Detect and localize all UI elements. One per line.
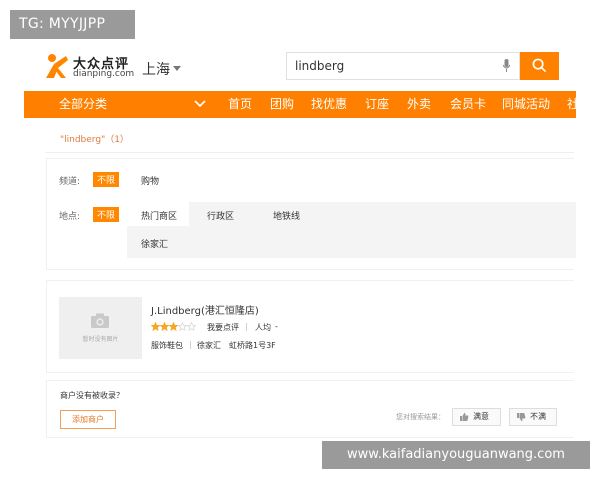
shop-area[interactable]: 徐家汇: [197, 340, 221, 351]
search-feedback-prompt: 您对搜索结果：: [396, 413, 445, 421]
filter-panel: 频道: 不限 购物 地点: 不限 热门商区 行政区 地铁线 徐家汇: [46, 158, 576, 270]
nav-item-home[interactable]: 首页: [228, 91, 252, 118]
location-option-xujiahui[interactable]: 徐家汇: [141, 237, 168, 250]
page: TG: MYYJJPP www.kaifadianyouguanwang.com…: [0, 0, 600, 480]
add-shop-button[interactable]: 添加商户: [60, 410, 116, 429]
camera-icon: [91, 313, 109, 328]
channel-option-shopping[interactable]: 购物: [141, 174, 159, 187]
search-button[interactable]: [520, 52, 559, 80]
star-filled-icon: [151, 322, 160, 331]
nav-item-events[interactable]: 同城活动: [502, 91, 550, 118]
logo-text-en: dianping.com: [73, 69, 135, 79]
result-summary: "lindberg"（1）: [60, 135, 129, 145]
location-label: 地点:: [59, 212, 81, 222]
feedback-panel: 商户没有被收录？ 添加商户 您对搜索结果： 满意 不满: [46, 380, 574, 438]
channel-any-badge[interactable]: 不限: [93, 172, 120, 187]
nav-item-deals[interactable]: 找优惠: [311, 91, 347, 118]
avg-price-value: -: [275, 322, 278, 331]
nav-all-categories[interactable]: 全部分类: [59, 91, 107, 118]
shop-thumbnail[interactable]: 暂时没有图片: [59, 297, 142, 359]
satisfied-label: 满意: [473, 412, 489, 421]
shop-name-link[interactable]: J.Lindberg(港汇恒隆店): [151, 302, 259, 317]
tab-hot-districts[interactable]: 热门商区: [141, 209, 177, 222]
shop-rating-stars: [151, 322, 196, 331]
nav-item-booking[interactable]: 订座: [365, 91, 389, 118]
tab-admin-districts[interactable]: 行政区: [207, 209, 234, 222]
thumbnail-placeholder-text: 暂时没有图片: [82, 336, 119, 343]
channel-label: 频道:: [59, 177, 81, 187]
satisfied-button[interactable]: 满意: [452, 408, 501, 426]
microphone-icon[interactable]: [503, 59, 510, 73]
avg-price-label: 人均: [255, 323, 271, 332]
search-icon: [532, 58, 547, 73]
write-review-link[interactable]: 我要点评: [207, 322, 239, 333]
shop-category[interactable]: 服饰鞋包: [151, 340, 183, 351]
star-empty-icon: [178, 322, 187, 331]
missing-shop-question: 商户没有被收录？: [60, 391, 124, 400]
meta-separator: |: [245, 322, 248, 331]
nav-item-takeout[interactable]: 外卖: [407, 91, 431, 118]
nav-item-community[interactable]: 社: [567, 91, 579, 118]
nav-item-membership[interactable]: 会员卡: [450, 91, 486, 118]
thumbs-down-icon: [517, 413, 526, 422]
watermark-tag-top-left: TG: MYYJJPP: [10, 10, 135, 39]
city-selector[interactable]: 上海: [142, 59, 170, 79]
star-empty-icon: [187, 322, 196, 331]
location-any-badge[interactable]: 不限: [93, 207, 120, 222]
unsatisfied-label: 不满: [530, 412, 546, 421]
star-filled-icon: [169, 322, 178, 331]
dianping-logo-icon: [46, 54, 68, 78]
nav-item-groupbuy[interactable]: 团购: [270, 91, 294, 118]
tab-metro-lines[interactable]: 地铁线: [273, 209, 300, 222]
chevron-down-icon[interactable]: [173, 66, 181, 71]
shop-result-card: 暂时没有图片 J.Lindberg(港汇恒隆店) 我要点评 | 人均 - 服饰鞋…: [46, 280, 574, 373]
chevron-down-icon[interactable]: [194, 99, 206, 109]
result-summary-bar: "lindberg"（1）: [46, 123, 574, 153]
meta-separator: |: [189, 340, 192, 349]
star-filled-icon: [160, 322, 169, 331]
search-input[interactable]: lindberg: [286, 52, 520, 80]
site-logo[interactable]: 大众点评 dianping.com: [44, 52, 134, 82]
thumbs-up-icon: [460, 412, 469, 421]
location-subpanel: [127, 202, 576, 258]
unsatisfied-button[interactable]: 不满: [509, 408, 557, 426]
watermark-tag-bottom-right: www.kaifadianyouguanwang.com: [322, 441, 590, 469]
shop-address: 虹桥路1号3F: [229, 341, 276, 350]
main-nav: 全部分类 首页 团购 找优惠 订座 外卖 会员卡 同城活动 社: [24, 91, 579, 118]
